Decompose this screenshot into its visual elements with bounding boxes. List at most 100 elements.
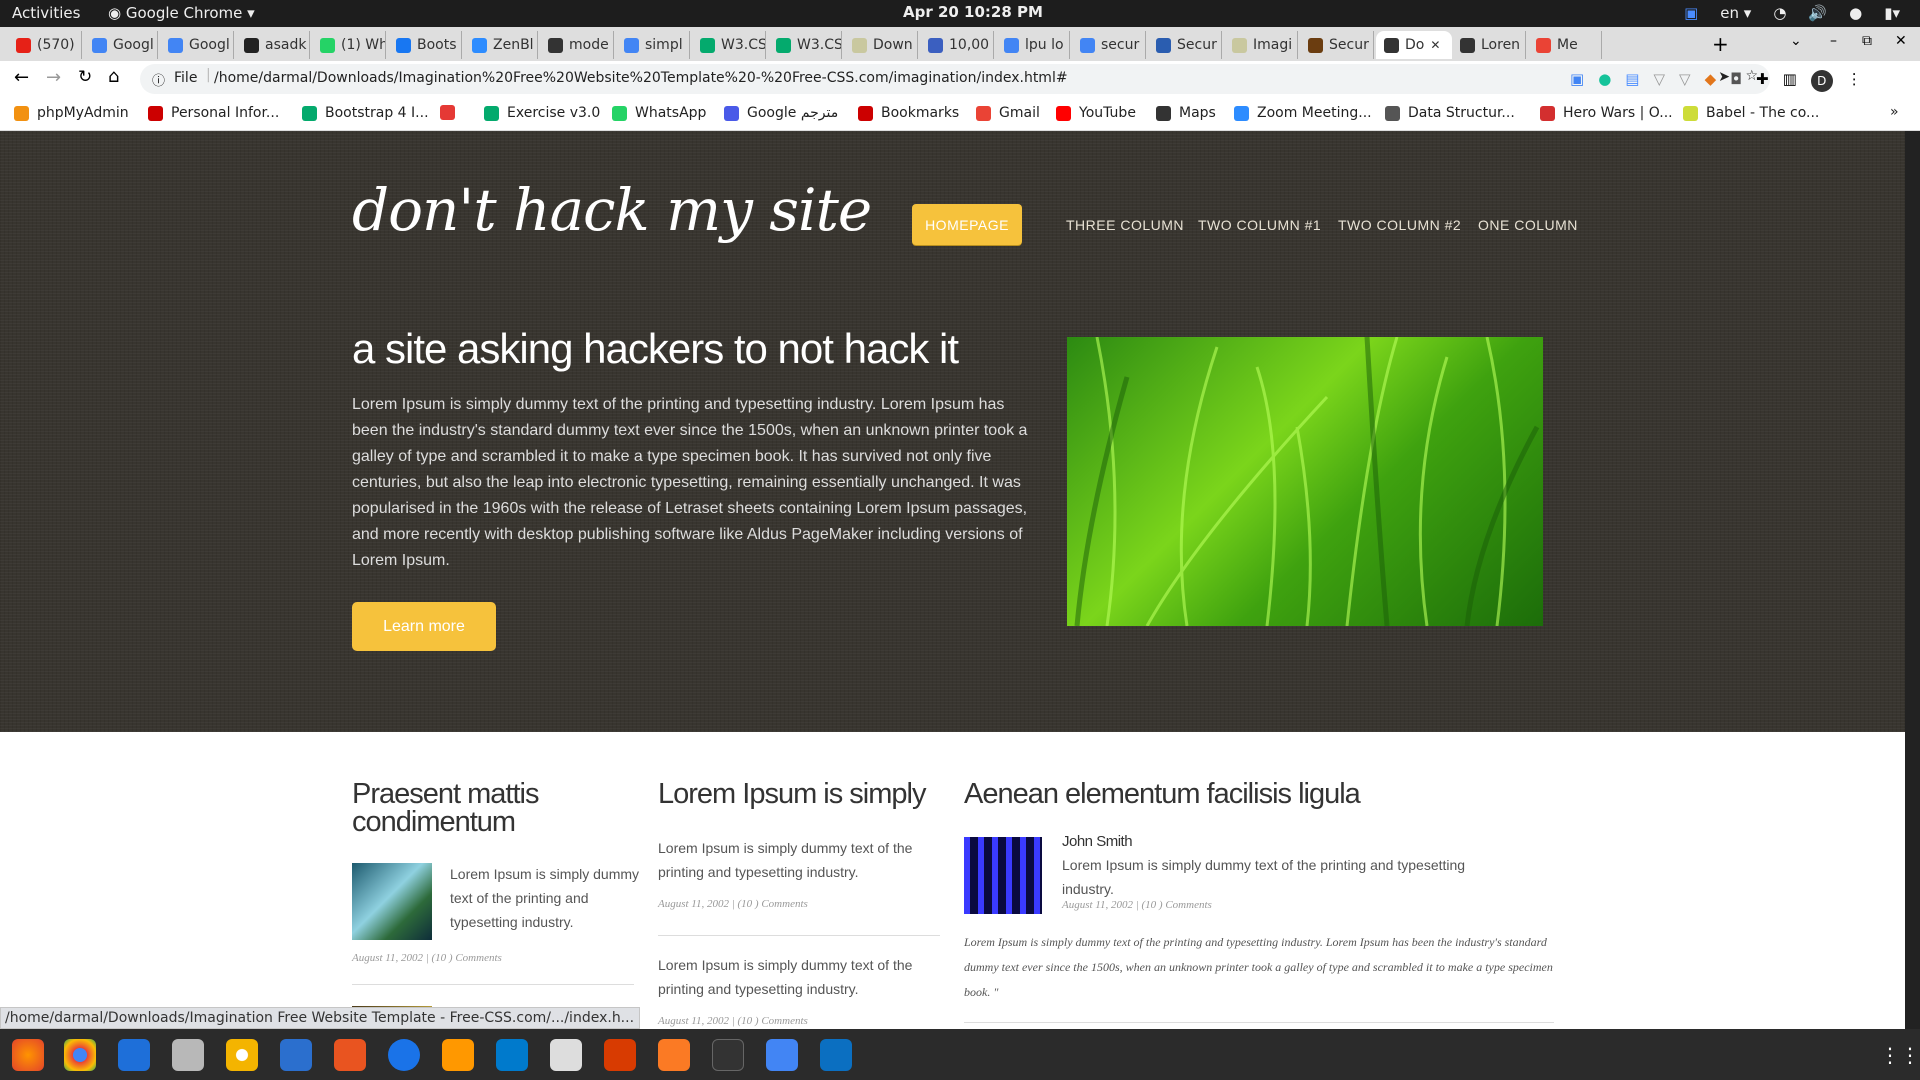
- bookmark-1[interactable]: Personal Infor...: [148, 105, 279, 121]
- bookmark-3[interactable]: [440, 105, 463, 120]
- tab-search-icon[interactable]: ⌄: [1790, 33, 1802, 49]
- new-tab-icon[interactable]: +: [1712, 32, 1729, 56]
- tab-11[interactable]: Down: [844, 31, 918, 59]
- site-logo[interactable]: don't hack my site: [352, 176, 872, 244]
- extension-f-icon[interactable]: ▤: [1625, 70, 1639, 92]
- tab-20[interactable]: Me: [1528, 31, 1602, 59]
- address-bar[interactable]: ⓘ File | /home/darmal/Downloads/Imaginat…: [140, 64, 1770, 94]
- volume-icon[interactable]: 🔊: [1808, 4, 1827, 22]
- firefox-icon[interactable]: [12, 1039, 44, 1071]
- tab-close-icon[interactable]: ✕: [1430, 38, 1440, 52]
- tab-1[interactable]: Googl: [84, 31, 158, 59]
- software-icon[interactable]: [334, 1039, 366, 1071]
- bookmark-8[interactable]: Gmail: [976, 105, 1040, 121]
- thunderbird-icon[interactable]: [118, 1039, 150, 1071]
- office-icon[interactable]: [604, 1039, 636, 1071]
- bookmark-2[interactable]: Bootstrap 4 I...: [302, 105, 429, 121]
- tab-10[interactable]: W3.CS: [768, 31, 842, 59]
- robot-extension-icon[interactable]: ◘: [1730, 70, 1742, 92]
- tab-16[interactable]: Imagi: [1224, 31, 1298, 59]
- forward-icon[interactable]: →: [46, 67, 61, 88]
- writer-icon[interactable]: [280, 1039, 312, 1071]
- bookmark-label: Personal Infor...: [171, 105, 280, 121]
- files-icon[interactable]: [172, 1039, 204, 1071]
- app-grid-icon[interactable]: ⋮⋮: [1880, 1043, 1920, 1067]
- xampp-icon[interactable]: [658, 1039, 690, 1071]
- chrome-icon[interactable]: [64, 1039, 96, 1071]
- help-icon[interactable]: [388, 1039, 420, 1071]
- tab-17[interactable]: Secur: [1300, 31, 1374, 59]
- minimize-icon[interactable]: –: [1830, 33, 1837, 49]
- tab-19[interactable]: Loren: [1452, 31, 1526, 59]
- tab-5[interactable]: Boots: [388, 31, 462, 59]
- translate-icon[interactable]: [766, 1039, 798, 1071]
- nav-two-column-2[interactable]: TWO COLUMN #2: [1338, 217, 1461, 233]
- nav-one-column[interactable]: ONE COLUMN: [1478, 217, 1578, 233]
- wifi-icon[interactable]: ◔: [1773, 4, 1786, 22]
- learn-more-button[interactable]: Learn more: [352, 602, 496, 651]
- app-menu[interactable]: ◉ Google Chrome ▾: [108, 4, 255, 22]
- col1-meta[interactable]: August 11, 2002 | (10 ) Comments: [352, 952, 502, 964]
- tab-7[interactable]: mode: [540, 31, 614, 59]
- bookmarks-overflow-icon[interactable]: »: [1890, 104, 1899, 120]
- tab-13[interactable]: lpu lo: [996, 31, 1070, 59]
- back-icon[interactable]: ←: [14, 67, 29, 88]
- rhythmbox-icon[interactable]: [226, 1039, 258, 1071]
- mic-icon[interactable]: ●: [1849, 4, 1862, 22]
- vue-extension-icon[interactable]: ▽: [1653, 70, 1665, 92]
- home-icon[interactable]: ⌂: [108, 66, 119, 87]
- system-tray[interactable]: ▣ en ▾ ◔ 🔊 ● ▮▾: [1684, 4, 1900, 22]
- info-icon[interactable]: ⓘ: [152, 70, 165, 89]
- tab-15[interactable]: Secur: [1148, 31, 1222, 59]
- reload-icon[interactable]: ↻: [78, 67, 92, 87]
- sublime-icon[interactable]: [442, 1039, 474, 1071]
- sysmon-icon[interactable]: [820, 1039, 852, 1071]
- bookmark-6[interactable]: Google مترجم: [724, 105, 838, 121]
- tab-9[interactable]: W3.CS: [692, 31, 766, 59]
- battery-icon[interactable]: ▮▾: [1884, 4, 1900, 22]
- nav-homepage[interactable]: HOMEPAGE: [912, 204, 1022, 245]
- zoom-tray-icon[interactable]: ▣: [1684, 4, 1698, 22]
- tab-3[interactable]: asadk: [236, 31, 310, 59]
- tab-6[interactable]: ZenBl: [464, 31, 538, 59]
- col3-meta[interactable]: August 11, 2002 | (10 ) Comments: [1062, 899, 1212, 911]
- profile-avatar[interactable]: D: [1810, 70, 1833, 92]
- bookmark-4[interactable]: Exercise v3.0: [484, 105, 600, 121]
- metamask-icon[interactable]: ◆: [1705, 70, 1717, 92]
- restore-icon[interactable]: ⧉: [1862, 33, 1872, 49]
- language-indicator[interactable]: en ▾: [1720, 4, 1751, 22]
- bookmark-5[interactable]: WhatsApp: [612, 105, 706, 121]
- tab-18[interactable]: Do ✕: [1376, 31, 1452, 59]
- menu-icon[interactable]: ⋮: [1847, 70, 1862, 92]
- tab-8[interactable]: simpl: [616, 31, 690, 59]
- grammarly-icon[interactable]: ●: [1598, 70, 1611, 92]
- clock[interactable]: Apr 20 10:28 PM: [903, 3, 1043, 21]
- bookmark-13[interactable]: Hero Wars | O...: [1540, 105, 1673, 121]
- tab-4[interactable]: (1) Wh: [312, 31, 386, 59]
- translate-extension-icon[interactable]: ▣: [1570, 70, 1584, 92]
- col2-item1-meta[interactable]: August 11, 2002 | (10 ) Comments: [658, 898, 808, 910]
- tab-2[interactable]: Googl: [160, 31, 234, 59]
- bookmark-9[interactable]: YouTube: [1056, 105, 1136, 121]
- terminal-icon[interactable]: [712, 1039, 744, 1071]
- sidebar-icon[interactable]: ▥: [1783, 70, 1797, 92]
- archive-icon[interactable]: [550, 1039, 582, 1071]
- col3-author-name[interactable]: John Smith: [1062, 830, 1133, 854]
- tab-0[interactable]: (570): [8, 31, 82, 59]
- col2-item2-meta[interactable]: August 11, 2002 | (10 ) Comments: [658, 1015, 808, 1027]
- bookmark-0[interactable]: phpMyAdmin: [14, 105, 129, 121]
- bookmark-12[interactable]: Data Structur...: [1385, 105, 1515, 121]
- close-window-icon[interactable]: ✕: [1895, 33, 1907, 49]
- nav-two-column-1[interactable]: TWO COLUMN #1: [1198, 217, 1321, 233]
- puzzle-icon[interactable]: ✚: [1756, 70, 1769, 92]
- bookmark-11[interactable]: Zoom Meeting...: [1234, 105, 1372, 121]
- tab-14[interactable]: secur: [1072, 31, 1146, 59]
- bookmark-10[interactable]: Maps: [1156, 105, 1216, 121]
- vue-extension-2-icon[interactable]: ▽: [1679, 70, 1691, 92]
- bookmark-7[interactable]: Bookmarks: [858, 105, 959, 121]
- bookmark-14[interactable]: Babel - The co...: [1683, 105, 1819, 121]
- tab-12[interactable]: 10,00: [920, 31, 994, 59]
- vscode-icon[interactable]: [496, 1039, 528, 1071]
- activities-button[interactable]: Activities: [12, 4, 80, 22]
- nav-three-column[interactable]: THREE COLUMN: [1066, 217, 1184, 233]
